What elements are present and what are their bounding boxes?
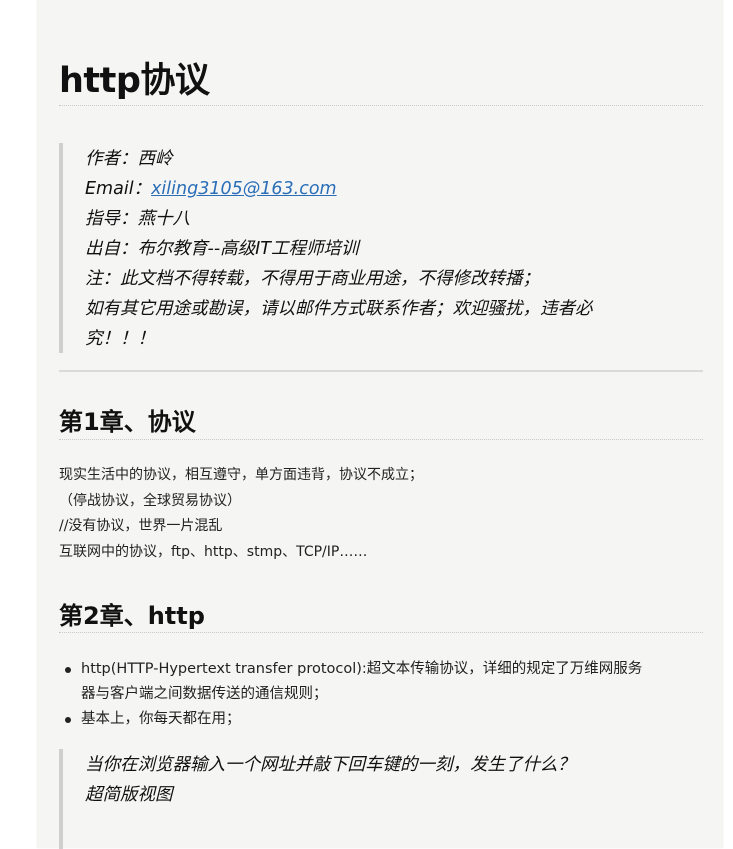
email-line: Email：xiling3105@163.com <box>85 174 703 204</box>
chapter-1-text: 现实生活中的协议，相互遵守，单方面违背，协议不成立； （停战协议，全球贸易协议）… <box>59 463 699 565</box>
document-page: http协议 作者：西岭 Email：xiling3105@163.com 指导… <box>37 0 723 849</box>
browser-question-quote: 当你在浏览器输入一个网址并敲下回车键的一刻，发生了什么？ 超简版视图 <box>59 749 703 849</box>
chapter-2-heading: 第2章、http <box>59 602 205 630</box>
bullet-icon <box>65 667 71 673</box>
list-item-line: 基本上，你每天都在用； <box>81 711 241 727</box>
email-label: Email： <box>85 179 152 199</box>
chapter-2-bullet-list: http(HTTP-Hypertext transfer protocol):超… <box>59 657 699 732</box>
contact-line-2: 究！！！ <box>85 329 155 349</box>
email-link[interactable]: xiling3105@163.com <box>151 179 337 199</box>
source-line: 出自：布尔教育--高级IT工程师培训 <box>85 239 359 259</box>
page-title: http协议 <box>59 61 210 101</box>
author-line: 作者：西岭 <box>85 149 173 169</box>
list-item-line: http(HTTP-Hypertext transfer protocol):超… <box>81 661 643 677</box>
section-divider <box>59 370 703 372</box>
chapter-2-divider <box>59 632 703 633</box>
chapter-1-line: （停战协议，全球贸易协议） <box>59 492 241 509</box>
chapter-1-line: 互联网中的协议，ftp、http、stmp、TCP/IP…… <box>59 543 368 560</box>
bullet-icon <box>65 717 71 723</box>
chapter-1-heading: 第1章、协议 <box>59 408 196 436</box>
contact-line-1: 如有其它用途或勘误，请以邮件方式联系作者；欢迎骚扰，违者必 <box>85 299 593 319</box>
list-item: 基本上，你每天都在用； <box>59 707 699 732</box>
list-item-line: 器与客户端之间数据传送的通信规则； <box>81 686 328 702</box>
quote-line: 超简版视图 <box>85 785 173 805</box>
title-divider <box>59 105 703 106</box>
chapter-1-divider <box>59 439 703 440</box>
chapter-1-line: 现实生活中的协议，相互遵守，单方面违背，协议不成立； <box>59 467 423 483</box>
guide-line: 指导：燕十八 <box>85 209 190 229</box>
quote-line: 当你在浏览器输入一个网址并敲下回车键的一刻，发生了什么？ <box>85 755 575 775</box>
notice-line: 注：此文档不得转载，不得用于商业用途，不得修改转播； <box>85 269 540 289</box>
list-item: http(HTTP-Hypertext transfer protocol):超… <box>59 657 699 707</box>
author-info-quote: 作者：西岭 Email：xiling3105@163.com 指导：燕十八 出自… <box>59 143 703 353</box>
chapter-1-line: //没有协议，世界一片混乱 <box>59 518 223 534</box>
